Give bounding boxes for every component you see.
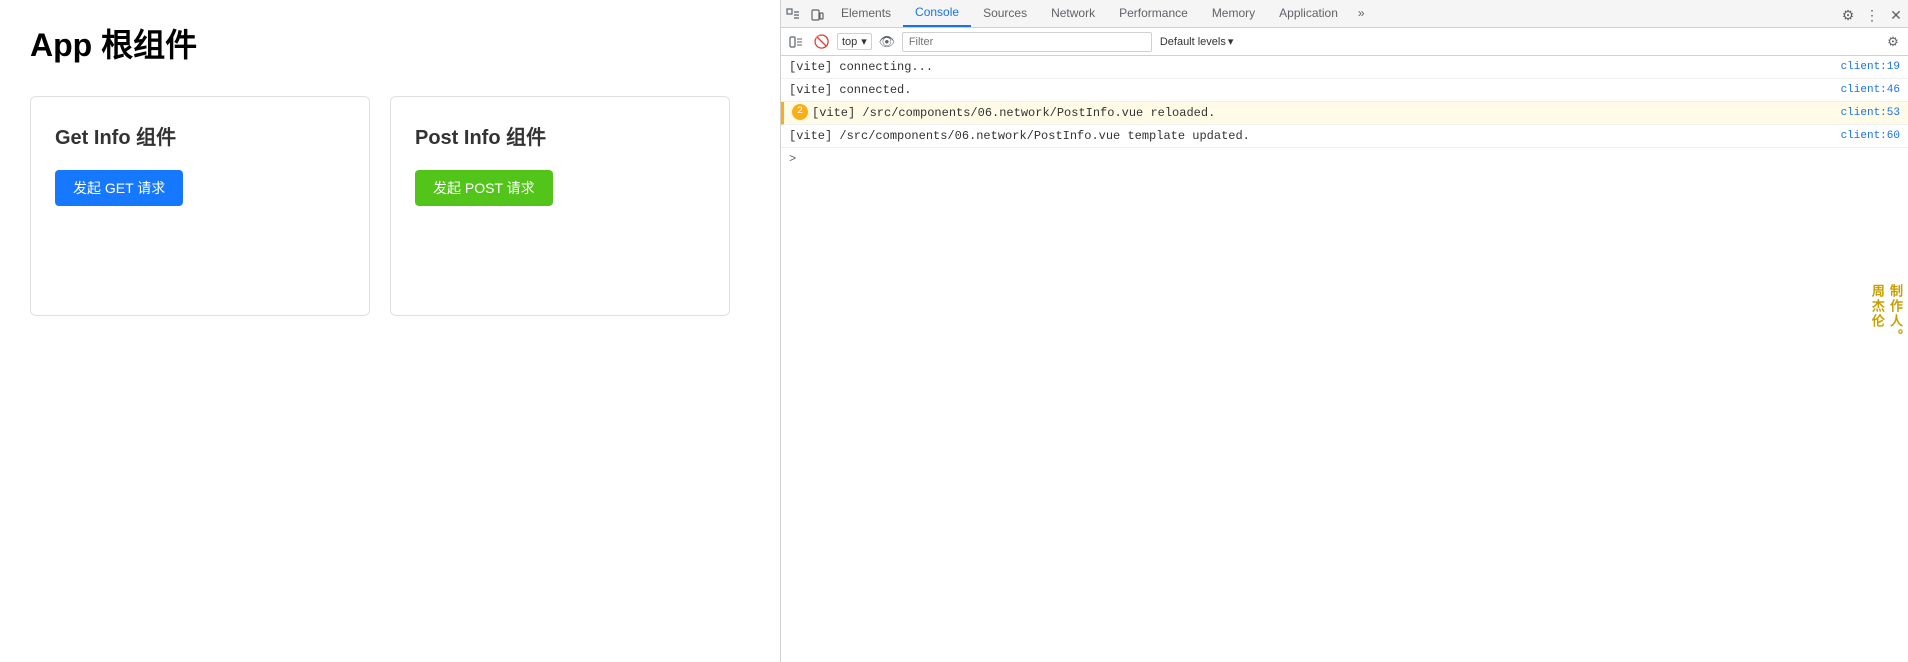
console-prompt[interactable]: > — [781, 148, 1908, 170]
tab-performance[interactable]: Performance — [1107, 0, 1200, 27]
get-request-button[interactable]: 发起 GET 请求 — [55, 170, 183, 206]
tab-sources[interactable]: Sources — [971, 0, 1039, 27]
console-line: [vite] /src/components/06.network/PostIn… — [781, 125, 1908, 148]
tab-elements[interactable]: Elements — [829, 0, 903, 27]
get-info-card: Get Info 组件 发起 GET 请求 — [30, 96, 370, 316]
tab-right-icons: ⚙ ⋮ ✕ — [1836, 3, 1908, 27]
components-row: Get Info 组件 发起 GET 请求 Post Info 组件 发起 PO… — [30, 96, 750, 316]
console-source-link[interactable]: client:60 — [1841, 127, 1900, 145]
console-message-text: [vite] connecting... — [789, 58, 1833, 76]
tab-application[interactable]: Application — [1267, 0, 1350, 27]
tab-memory[interactable]: Memory — [1200, 0, 1267, 27]
context-selector[interactable]: top ▾ — [837, 33, 872, 50]
tab-network[interactable]: Network — [1039, 0, 1107, 27]
console-line-warning: 2 [vite] /src/components/06.network/Post… — [781, 102, 1908, 125]
console-messages: [vite] connecting... client:19 [vite] co… — [781, 56, 1908, 662]
levels-arrow-icon: ▾ — [1228, 35, 1234, 48]
context-label: top — [842, 36, 857, 48]
levels-dropdown[interactable]: Default levels ▾ — [1156, 33, 1238, 50]
devtools-tab-bar: Elements Console Sources Network Perform… — [781, 0, 1908, 28]
get-info-title: Get Info 组件 — [55, 121, 345, 150]
tab-console[interactable]: Console — [903, 0, 971, 27]
app-title: App 根组件 — [30, 20, 750, 66]
settings-icon[interactable]: ⚙ — [1836, 3, 1860, 27]
sidebar-toggle-icon[interactable] — [785, 31, 807, 53]
filter-input[interactable] — [902, 32, 1152, 52]
clear-console-icon[interactable]: 🚫 — [811, 31, 833, 53]
console-line: [vite] connecting... client:19 — [781, 56, 1908, 79]
more-options-icon[interactable]: ⋮ — [1860, 3, 1884, 27]
close-devtools-icon[interactable]: ✕ — [1884, 3, 1908, 27]
console-settings-icon[interactable]: ⚙ — [1882, 31, 1904, 53]
console-source-link[interactable]: client:19 — [1841, 58, 1900, 76]
console-toolbar: 🚫 top ▾ 👁 Default levels ▾ ⚙ — [781, 28, 1908, 56]
warning-count-badge: 2 — [792, 104, 808, 120]
console-message-text: [vite] connected. — [789, 81, 1833, 99]
console-message-text: [vite] /src/components/06.network/PostIn… — [812, 104, 1833, 122]
console-line: [vite] connected. client:46 — [781, 79, 1908, 102]
devtools-panel: Elements Console Sources Network Perform… — [780, 0, 1908, 662]
post-request-button[interactable]: 发起 POST 请求 — [415, 170, 553, 206]
tab-more[interactable]: » — [1350, 0, 1373, 27]
console-message-text: [vite] /src/components/06.network/PostIn… — [789, 127, 1833, 145]
inspect-element-icon[interactable] — [781, 3, 805, 27]
device-toolbar-icon[interactable] — [805, 3, 829, 27]
eye-icon[interactable]: 👁 — [876, 31, 898, 53]
context-dropdown-arrow: ▾ — [861, 35, 867, 48]
console-source-link[interactable]: client:53 — [1841, 104, 1900, 122]
post-info-card: Post Info 组件 发起 POST 请求 — [390, 96, 730, 316]
console-caret-icon: > — [789, 152, 796, 166]
post-info-title: Post Info 组件 — [415, 121, 705, 150]
app-panel: App 根组件 Get Info 组件 发起 GET 请求 Post Info … — [0, 0, 780, 662]
console-source-link[interactable]: client:46 — [1841, 81, 1900, 99]
